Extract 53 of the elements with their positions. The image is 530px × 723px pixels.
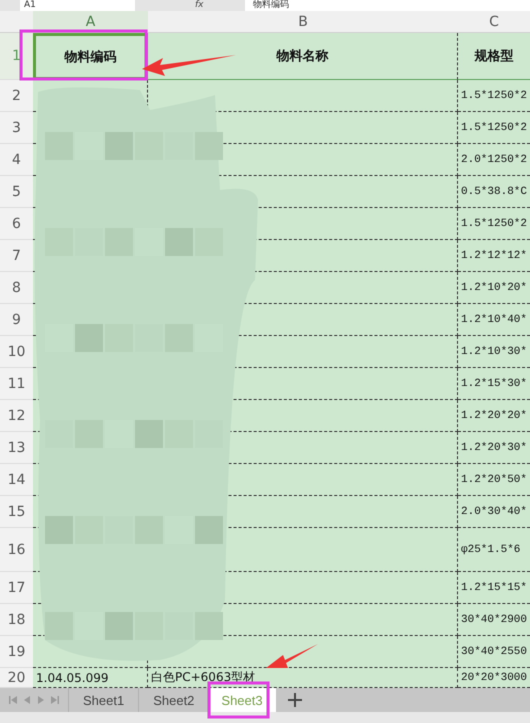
row-header[interactable]: 7 (0, 240, 33, 272)
row-header[interactable]: 3 (0, 112, 33, 144)
table-cell: 1.2*20*30* (458, 432, 530, 464)
table-cell: 1.2*15*30* (458, 368, 530, 400)
row-header[interactable]: 2 (0, 80, 33, 112)
table-cell: 1.2*10*20* (458, 272, 530, 304)
add-sheet-icon[interactable] (288, 693, 302, 707)
table-cell: 1.2*10*30* (458, 336, 530, 368)
first-sheet-icon[interactable] (8, 695, 18, 705)
row-header[interactable]: 19 (0, 636, 33, 668)
table-cell: 1.2*20*20* (458, 400, 530, 432)
table-cell: φ25*1.5*6 (458, 528, 530, 572)
table-cell: 1.5*1250*2 (458, 208, 530, 240)
last-sheet-icon[interactable] (50, 695, 60, 705)
sheet-tab[interactable]: Sheet2 (138, 688, 208, 712)
row-header[interactable]: 6 (0, 208, 33, 240)
row-header[interactable]: 5 (0, 176, 33, 208)
row-header[interactable]: 9 (0, 304, 33, 336)
highlight-frame (208, 682, 270, 718)
column-header[interactable]: C (458, 11, 530, 33)
table-cell: 1.2*10*40* (458, 304, 530, 336)
row-header[interactable]: 12 (0, 400, 33, 432)
arrow (266, 644, 318, 668)
next-sheet-icon[interactable] (36, 695, 46, 705)
table-cell: 1.2*12*12* (458, 240, 530, 272)
previous-sheet-icon[interactable] (22, 695, 32, 705)
column-header[interactable]: B (148, 11, 458, 33)
name-box[interactable]: A1 (20, 0, 135, 11)
table-cell: 0.5*38.8*C (458, 176, 530, 208)
header-cell: 物料编码 (33, 33, 148, 80)
table-cell: 2.0*30*40* (458, 496, 530, 528)
row-header[interactable]: 11 (0, 368, 33, 400)
row-header[interactable]: 10 (0, 336, 33, 368)
table-cell: 1.5*1250*2 (458, 112, 530, 144)
row-header[interactable]: 4 (0, 144, 33, 176)
row-header[interactable]: 15 (0, 496, 33, 528)
table-cell: 1.5*1250*2 (458, 80, 530, 112)
table-cell: 30*40*2550 (458, 636, 530, 668)
row-header[interactable]: 8 (0, 272, 33, 304)
table-cell: 1.2*20*50* (458, 464, 530, 496)
row-header[interactable]: 17 (0, 572, 33, 604)
function-label[interactable]: fx (195, 0, 235, 11)
header-cell: 规格型 (458, 33, 530, 80)
select-all-corner[interactable] (0, 11, 33, 33)
table-cell: 1.2*15*15* (458, 572, 530, 604)
row-header[interactable]: 20 (0, 668, 33, 688)
row-header[interactable]: 14 (0, 464, 33, 496)
row-header[interactable]: 16 (0, 528, 33, 572)
row-header[interactable]: 18 (0, 604, 33, 636)
table-cell: 30*40*2900 (458, 604, 530, 636)
table-cell: 2.0*1250*2 (458, 144, 530, 176)
row-header[interactable]: 13 (0, 432, 33, 464)
sheet-tab[interactable]: Sheet1 (68, 688, 138, 712)
